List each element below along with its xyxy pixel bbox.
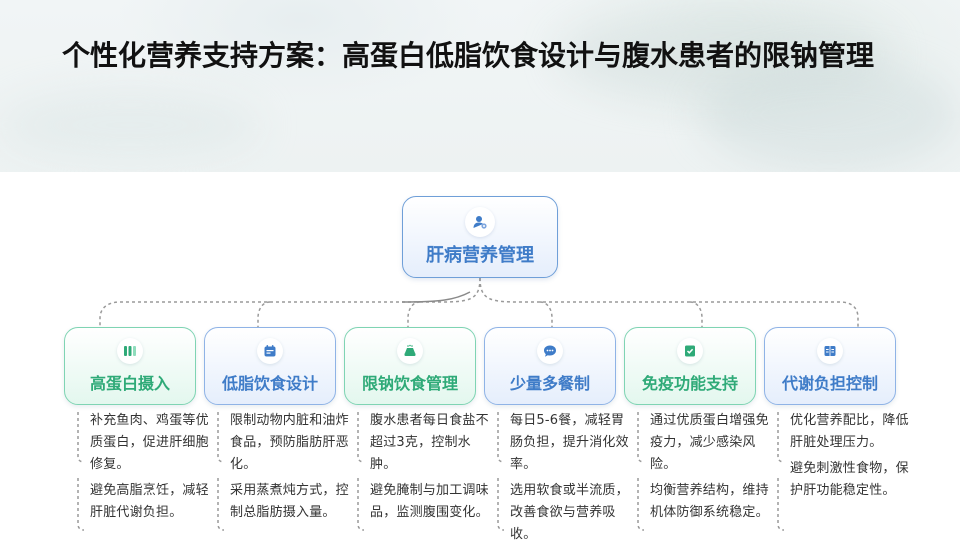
note-text: 限制动物内脏和油炸食品，预防脂肪肝恶化。: [230, 413, 349, 472]
branch-label: 免疫功能支持: [641, 374, 738, 393]
branch-label: 代谢负担控制: [781, 374, 878, 393]
note-text: 采用蒸煮炖方式，控制总脂肪摄入量。: [230, 483, 349, 520]
branch-notes: 通过优质蛋白增强免疫力，减少感染风险。 均衡营养结构，维持机体防御系统稳定。: [650, 410, 774, 528]
note-text: 选用软食或半流质，改善食欲与营养吸收。: [510, 483, 629, 540]
branch-label: 高蛋白摄入: [89, 374, 170, 393]
branch-sodium-limit: 限钠饮食管理: [344, 327, 476, 405]
note-bracket: [777, 412, 785, 463]
note-bracket: [217, 478, 225, 531]
note-text: 避免腌制与加工调味品，监测腹围变化。: [370, 483, 489, 520]
branch-high-protein: 高蛋白摄入: [64, 327, 196, 405]
branch-small-meals: 少量多餐制: [484, 327, 616, 405]
nutrition-bars-icon: [117, 338, 143, 364]
branch-notes: 腹水患者每日食盐不超过3克，控制水肿。 避免腌制与加工调味品，监测腹围变化。: [370, 410, 494, 528]
note-text: 避免刺激性食物，保护肝功能稳定性。: [790, 461, 909, 498]
note-bracket: [637, 478, 645, 531]
branch-label: 限钠饮食管理: [361, 374, 458, 393]
root-node: 肝病营养管理: [402, 196, 558, 278]
note-bracket: [357, 412, 365, 463]
note-text: 避免高脂烹饪，减轻肝脏代谢负担。: [90, 483, 209, 520]
user-gear-icon: [465, 207, 495, 237]
note-bracket: [497, 478, 505, 531]
note-bracket: [777, 478, 785, 531]
page-title: 个性化营养支持方案：高蛋白低脂饮食设计与腹水患者的限钠管理: [62, 39, 875, 72]
note-bracket: [357, 478, 365, 531]
note-text: 补充鱼肉、鸡蛋等优质蛋白，促进肝细胞修复。: [90, 413, 209, 472]
note-bracket: [77, 412, 85, 463]
branch-notes: 每日5-6餐，减轻胃肠负担，提升消化效率。 选用软食或半流质，改善食欲与营养吸收…: [510, 410, 634, 540]
branch-label: 少量多餐制: [509, 374, 590, 393]
note-text: 每日5-6餐，减轻胃肠负担，提升消化效率。: [510, 413, 629, 472]
branch-metabolic-control: 代谢负担控制: [764, 327, 896, 405]
note-text: 腹水患者每日食盐不超过3克，控制水肿。: [370, 413, 489, 472]
branch-low-fat: 低脂饮食设计: [204, 327, 336, 405]
branch-immune-support: 免疫功能支持: [624, 327, 756, 405]
banner-mist: [0, 90, 260, 160]
ledger-icon: [817, 338, 843, 364]
note-bracket: [497, 412, 505, 463]
note-text: 通过优质蛋白增强免疫力，减少感染风险。: [650, 413, 769, 472]
branch-notes: 优化营养配比，降低肝脏处理压力。 避免刺激性食物，保护肝功能稳定性。: [790, 410, 914, 506]
branch-notes: 限制动物内脏和油炸食品，预防脂肪肝恶化。 采用蒸煮炖方式，控制总脂肪摄入量。: [230, 410, 354, 528]
note-bracket: [77, 478, 85, 531]
clipboard-check-icon: [677, 338, 703, 364]
header-banner: [0, 0, 960, 172]
note-text: 均衡营养结构，维持机体防御系统稳定。: [650, 483, 769, 520]
branch-notes: 补充鱼肉、鸡蛋等优质蛋白，促进肝细胞修复。 避免高脂烹饪，减轻肝脏代谢负担。: [90, 410, 214, 528]
calendar-icon: [257, 338, 283, 364]
salt-shaker-icon: [397, 338, 423, 364]
note-bracket: [217, 412, 225, 463]
note-text: 优化营养配比，降低肝脏处理压力。: [790, 413, 909, 450]
root-label: 肝病营养管理: [426, 245, 534, 266]
branch-label: 低脂饮食设计: [221, 374, 318, 393]
note-bracket: [637, 412, 645, 463]
chat-bubble-icon: [537, 338, 563, 364]
